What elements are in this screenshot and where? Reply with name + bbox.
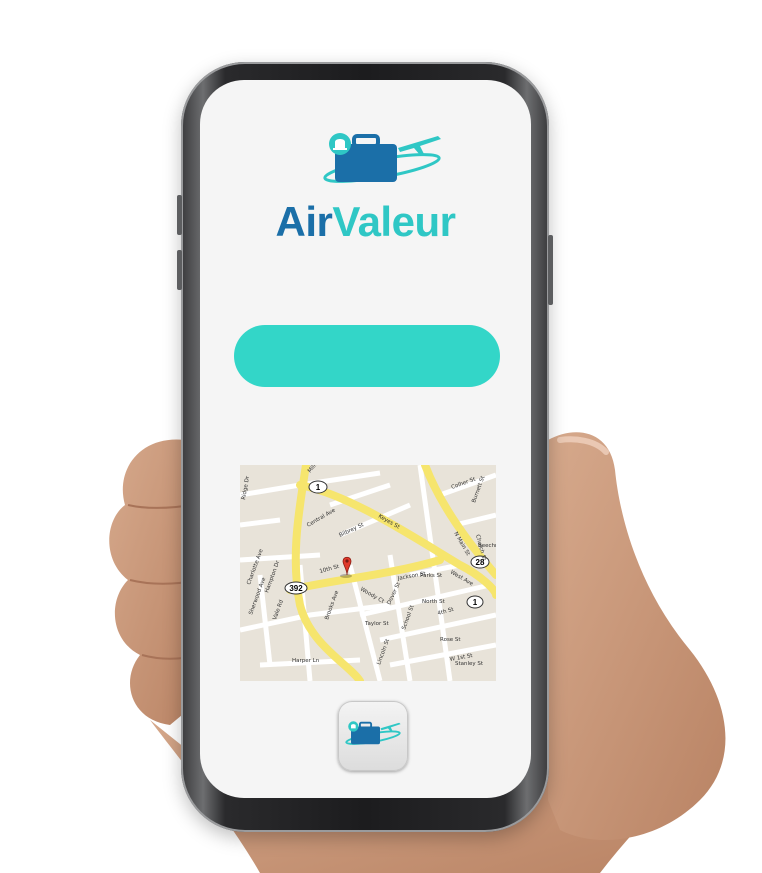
- power-button: [548, 235, 553, 305]
- map-street-label: Taylor St: [364, 621, 389, 627]
- map-street-label: Harper Ln: [292, 658, 320, 664]
- brand-name-part2: Valeur: [332, 198, 456, 245]
- map-street-label: Beechnut: [478, 543, 496, 549]
- map-street-label: North St: [422, 599, 446, 605]
- brand-wordmark: AirValeur: [200, 198, 531, 246]
- airvaleur-app-icon: [345, 721, 401, 745]
- app-icon[interactable]: [338, 701, 408, 771]
- map-street-label: Stanley St: [455, 661, 484, 667]
- route-shield: 392: [284, 581, 308, 595]
- route-label: 1: [316, 483, 321, 492]
- map-street-label: Parks St: [420, 573, 443, 579]
- map-street-label: Rose St: [440, 637, 461, 643]
- phone-screen: AirValeur 1 392 28 1 Central Ave Bilbrey…: [200, 80, 531, 798]
- location-map[interactable]: 1 392 28 1 Miller AveCentral AveBilbrey …: [240, 465, 496, 681]
- route-label: 1: [473, 598, 478, 607]
- primary-action-button[interactable]: [234, 325, 500, 387]
- route-shield: 1: [308, 480, 328, 494]
- route-shield: 1: [466, 595, 484, 609]
- airvaleur-logo-icon: [323, 133, 441, 183]
- volume-down-button: [177, 250, 182, 290]
- route-label: 392: [289, 584, 303, 593]
- volume-up-button: [177, 195, 182, 235]
- brand-name-part1: Air: [275, 198, 333, 245]
- map-canvas[interactable]: 1 392 28 1 Miller AveCentral AveBilbrey …: [240, 465, 496, 681]
